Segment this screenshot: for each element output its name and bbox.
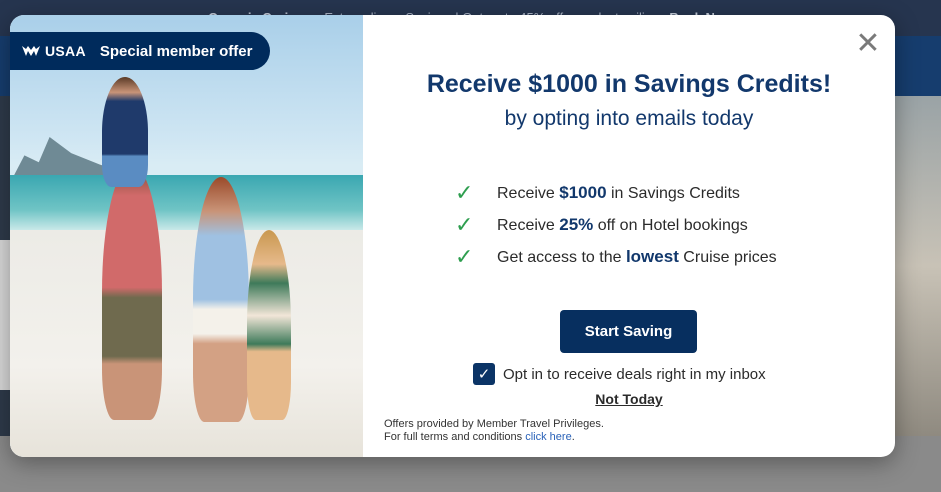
- benefits-list: ✓ Receive $1000 in Savings Credits ✓ Rec…: [455, 177, 875, 273]
- benefit-item: ✓ Get access to the lowest Cruise prices: [455, 241, 875, 273]
- email-optin: ✓ Opt in to receive deals right in my in…: [473, 363, 766, 385]
- special-offer-modal: USAA Special member offer ✕ Receive $100…: [10, 15, 895, 457]
- benefit-text: Get access to the lowest Cruise prices: [497, 247, 777, 266]
- sand: [10, 230, 363, 457]
- fine-print-line2: For full terms and conditions click here…: [384, 431, 575, 443]
- benefit-text: Receive 25% off on Hotel bookings: [497, 215, 748, 234]
- close-icon[interactable]: ✕: [855, 29, 881, 59]
- terms-link[interactable]: click here: [525, 431, 571, 443]
- girl-figure: [247, 230, 291, 420]
- usaa-logo-text: USAA: [45, 43, 86, 59]
- check-icon: ✓: [455, 212, 474, 238]
- eagle-icon: [22, 46, 40, 56]
- not-today-link[interactable]: Not Today: [363, 391, 895, 407]
- check-icon: ✓: [455, 180, 474, 206]
- offer-title: Receive $1000 in Savings Credits!: [426, 70, 832, 98]
- family-beach-photo: USAA Special member offer: [10, 15, 363, 457]
- boy-figure: [102, 77, 148, 187]
- offer-content: ✕ Receive $1000 in Savings Credits! by o…: [363, 15, 895, 457]
- fine-print-line1: Offers provided by Member Travel Privile…: [384, 418, 604, 430]
- fine-print: Offers provided by Member Travel Privile…: [384, 418, 604, 444]
- badge-text: Special member offer: [99, 42, 253, 60]
- benefit-item: ✓ Receive 25% off on Hotel bookings: [455, 209, 875, 241]
- offer-subtitle: by opting into emails today: [504, 107, 754, 130]
- member-offer-badge: USAA Special member offer: [10, 32, 270, 70]
- usaa-logo: USAA: [22, 43, 86, 59]
- optin-label: Opt in to receive deals right in my inbo…: [503, 365, 766, 383]
- optin-checkbox[interactable]: ✓: [473, 363, 495, 385]
- start-saving-button[interactable]: Start Saving: [560, 310, 697, 353]
- father-figure: [102, 165, 162, 420]
- mother-figure: [193, 177, 249, 422]
- sea: [10, 175, 363, 233]
- benefit-text: Receive $1000 in Savings Credits: [497, 183, 740, 202]
- benefit-item: ✓ Receive $1000 in Savings Credits: [455, 177, 875, 209]
- check-icon: ✓: [455, 244, 474, 270]
